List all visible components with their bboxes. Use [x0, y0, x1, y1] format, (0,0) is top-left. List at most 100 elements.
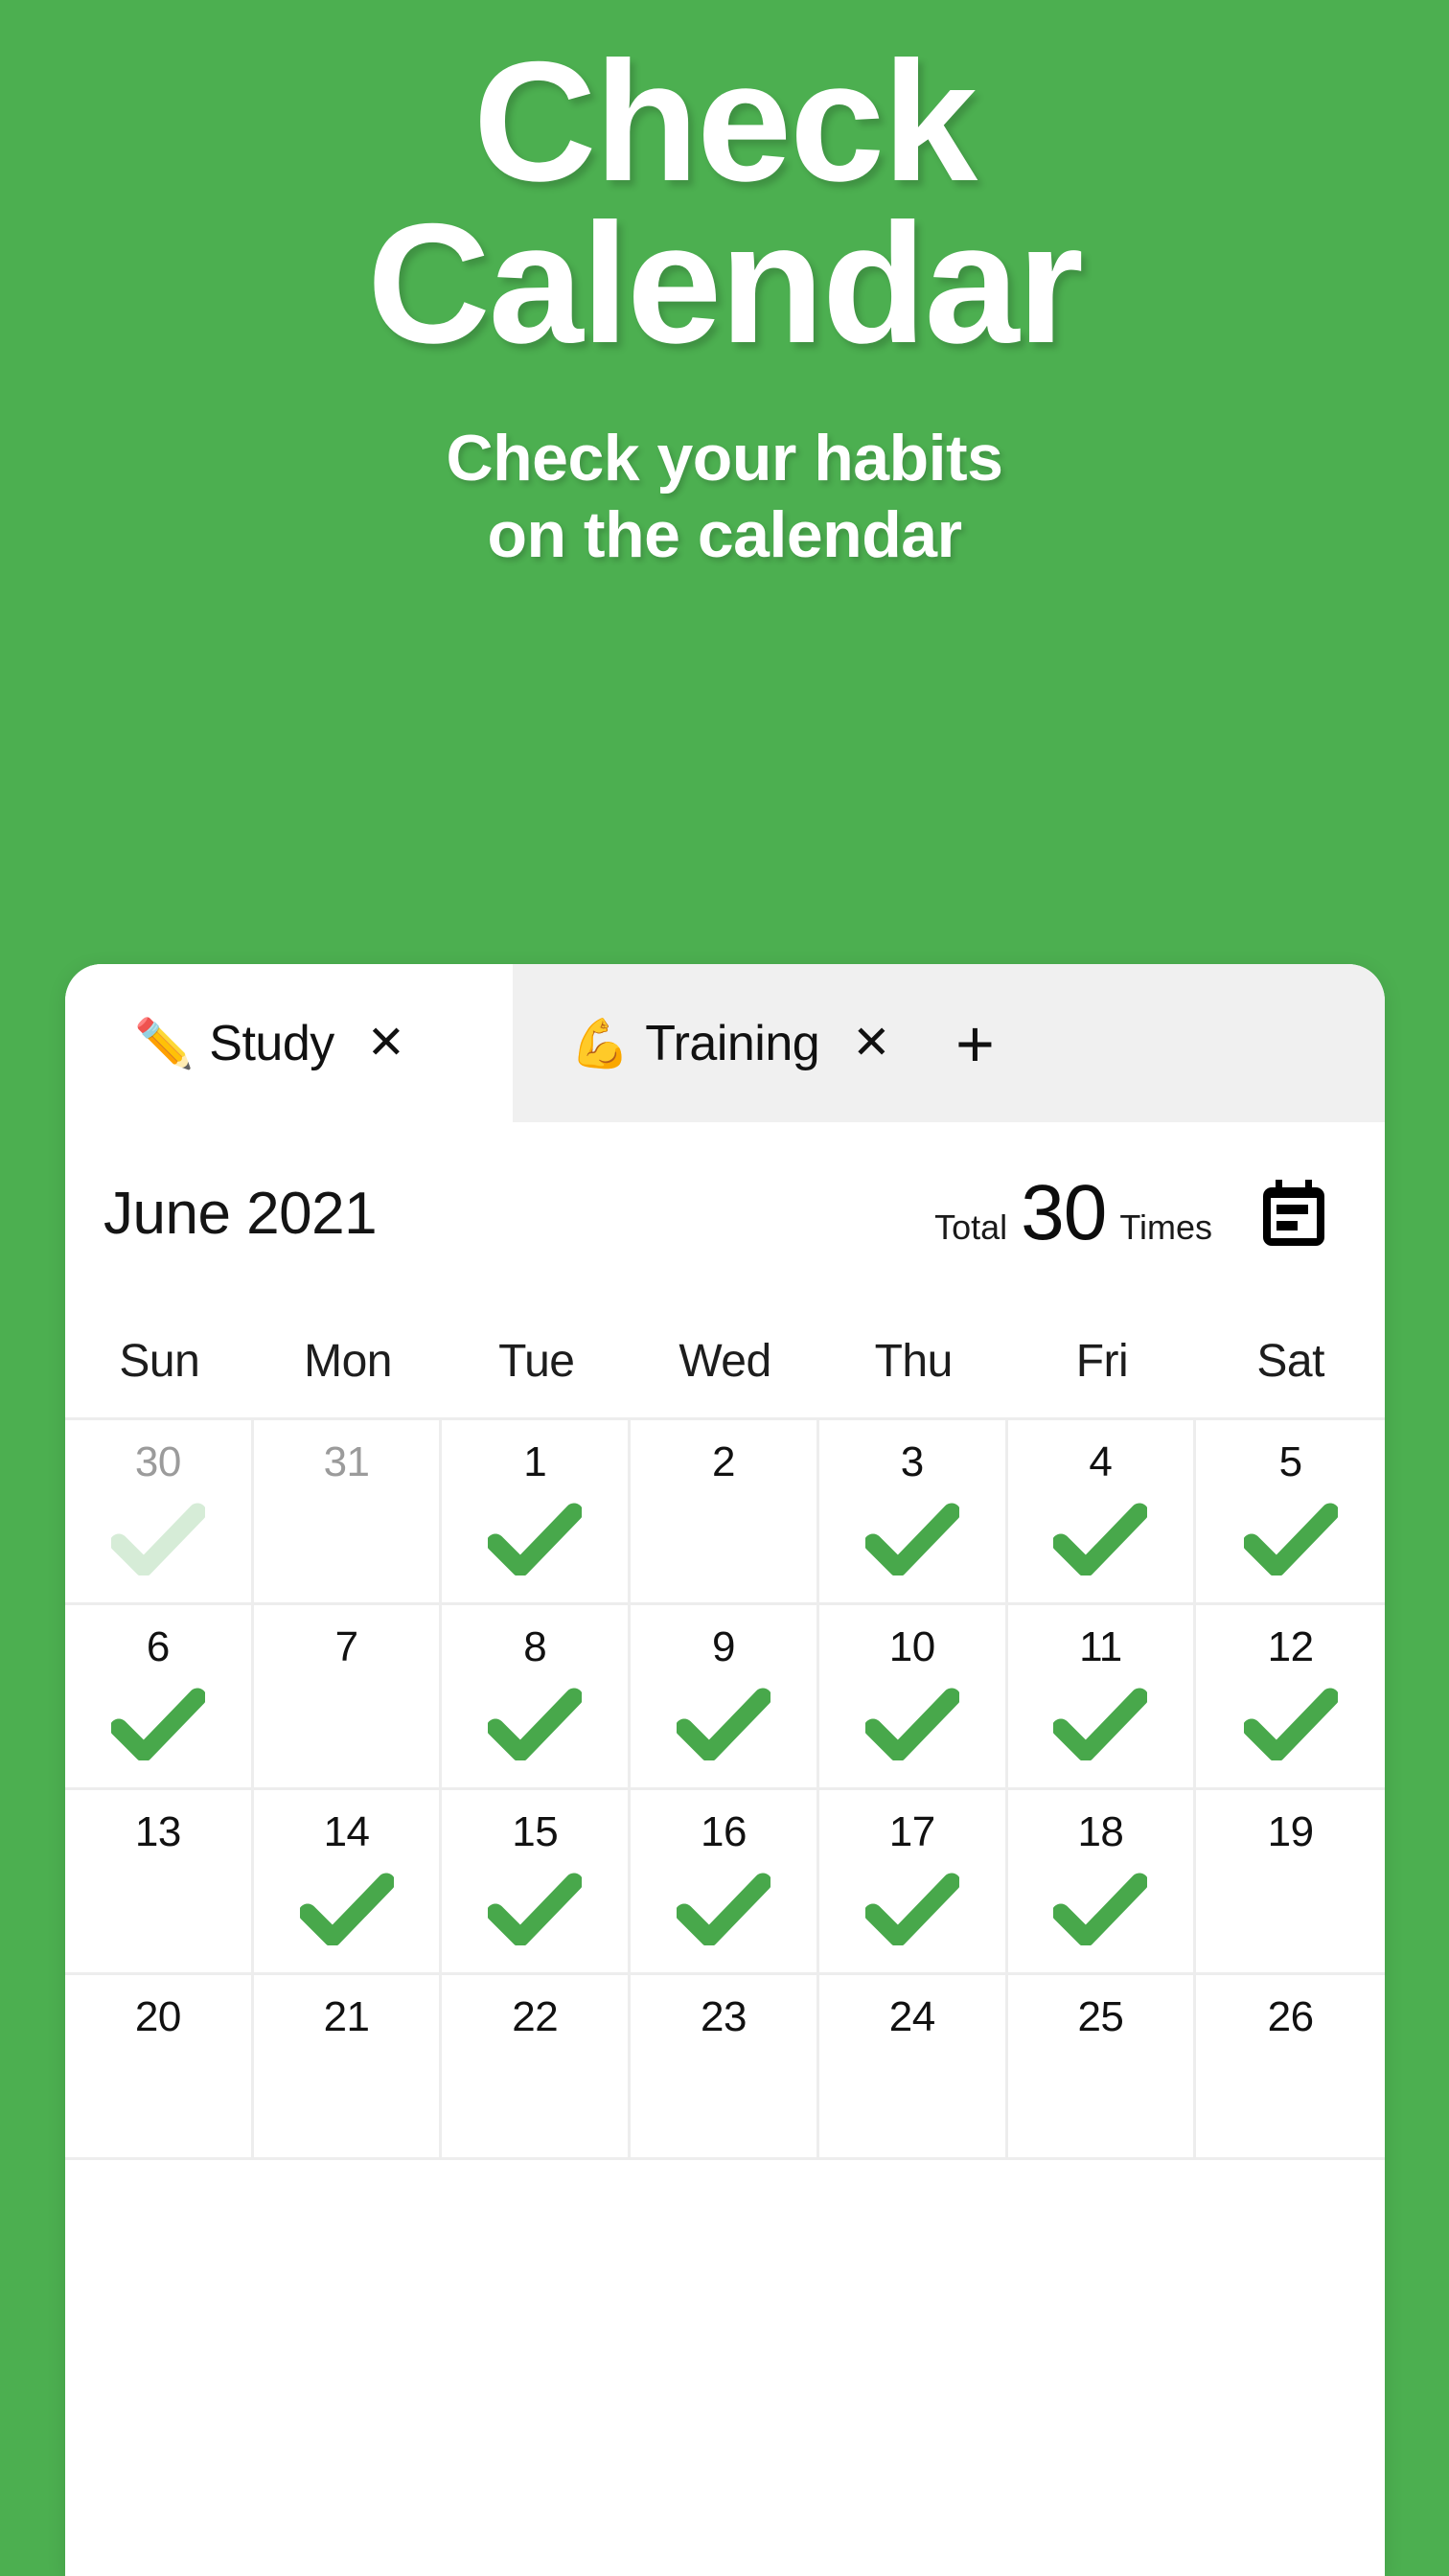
check-icon	[1243, 1688, 1338, 1760]
tab-training-label: Training	[645, 1015, 820, 1071]
check-icon	[864, 1873, 959, 1945]
calendar-day-cell[interactable]: 19	[1196, 1790, 1385, 1972]
calendar-day-cell[interactable]: 7	[254, 1605, 443, 1787]
tab-bar: ✏️ Study ✕ 💪 Training ✕ +	[65, 964, 1385, 1122]
day-number: 18	[1077, 1808, 1124, 1855]
day-number: 19	[1267, 1808, 1314, 1855]
day-number: 14	[323, 1808, 370, 1855]
check-icon	[488, 1503, 583, 1576]
add-tab-button[interactable]: +	[917, 964, 1032, 1122]
day-number: 16	[701, 1808, 747, 1855]
calendar-week-row: 20 21 22 23 24 25 26	[65, 1975, 1385, 2160]
calendar-week-row: 30 31 1 2 3 4 5	[65, 1420, 1385, 1605]
day-number: 13	[134, 1808, 181, 1855]
day-number: 2	[712, 1438, 735, 1485]
check-icon	[1053, 1503, 1148, 1576]
calendar-day-cell[interactable]: 26	[1196, 1975, 1385, 2157]
close-icon[interactable]: ✕	[852, 1020, 890, 1067]
weekday-sun: Sun	[119, 1335, 200, 1387]
weekday-sat: Sat	[1256, 1335, 1324, 1387]
day-number: 26	[1267, 1993, 1314, 2040]
calendar-day-cell[interactable]: 18	[1008, 1790, 1197, 1972]
tab-training[interactable]: 💪 Training ✕	[513, 964, 894, 1122]
calendar-day-cell[interactable]: 24	[819, 1975, 1008, 2157]
day-number: 7	[334, 1623, 358, 1670]
tab-study[interactable]: ✏️ Study ✕	[65, 964, 513, 1122]
day-number: 9	[712, 1623, 735, 1670]
total-value: 30	[1021, 1169, 1107, 1256]
page-subtitle: Check your habits on the calendar	[0, 364, 1449, 573]
calendar-day-cell[interactable]: 10	[819, 1605, 1008, 1787]
calendar-day-cell[interactable]: 21	[254, 1975, 443, 2157]
day-number: 31	[323, 1438, 370, 1485]
check-icon	[676, 1688, 770, 1760]
day-number: 1	[523, 1438, 547, 1485]
day-number: 5	[1278, 1438, 1302, 1485]
day-number: 4	[1089, 1438, 1113, 1485]
calendar-day-cell[interactable]: 14	[254, 1790, 443, 1972]
check-icon	[110, 1503, 205, 1576]
check-icon	[110, 1688, 205, 1760]
calendar-day-cell[interactable]: 23	[631, 1975, 819, 2157]
day-number: 12	[1267, 1623, 1314, 1670]
total-counter: Total 30 Times	[934, 1168, 1212, 1258]
calendar-icon[interactable]	[1262, 1180, 1325, 1247]
calendar-day-cell[interactable]: 16	[631, 1790, 819, 1972]
day-number: 30	[134, 1438, 181, 1485]
day-number: 11	[1079, 1623, 1122, 1670]
calendar-day-cell[interactable]: 8	[442, 1605, 632, 1787]
day-number: 10	[888, 1623, 935, 1670]
calendar-day-cell[interactable]: 11	[1008, 1605, 1197, 1787]
page-title-line-1: Check	[472, 26, 978, 217]
weekday-tue: Tue	[498, 1335, 575, 1387]
day-number: 6	[146, 1623, 170, 1670]
calendar-day-cell[interactable]: 1	[442, 1420, 632, 1602]
weekday-mon: Mon	[304, 1335, 392, 1387]
day-number: 20	[134, 1993, 181, 2040]
check-icon	[488, 1873, 583, 1945]
day-number: 24	[888, 1993, 935, 2040]
calendar-day-cell[interactable]: 12	[1196, 1605, 1385, 1787]
check-icon	[299, 1873, 394, 1945]
promo-header: Check Calendar Check your habits on the …	[0, 0, 1449, 574]
calendar-day-cell[interactable]: 25	[1008, 1975, 1197, 2157]
page-subtitle-line-1: Check your habits	[446, 422, 1004, 495]
flexed-biceps-emoji: 💪	[570, 1016, 631, 1070]
day-number: 25	[1077, 1993, 1124, 2040]
calendar-day-cell[interactable]: 31	[254, 1420, 443, 1602]
day-number: 17	[888, 1808, 935, 1855]
calendar-day-cell[interactable]: 30	[65, 1420, 254, 1602]
day-number: 3	[900, 1438, 924, 1485]
calendar-week-row: 6 7 8 9 10 11 12	[65, 1605, 1385, 1790]
day-number: 23	[701, 1993, 747, 2040]
calendar-day-cell[interactable]: 22	[442, 1975, 632, 2157]
day-number: 15	[512, 1808, 559, 1855]
calendar-day-cell[interactable]: 9	[631, 1605, 819, 1787]
calendar-day-cell[interactable]: 5	[1196, 1420, 1385, 1602]
weekday-thu: Thu	[874, 1335, 954, 1387]
month-header: June 2021 Total 30 Times	[65, 1122, 1385, 1304]
check-icon	[864, 1688, 959, 1760]
app-card: ✏️ Study ✕ 💪 Training ✕ + June 2021 Tota…	[65, 964, 1385, 2576]
tab-study-label: Study	[209, 1015, 334, 1071]
close-icon[interactable]: ✕	[367, 1020, 405, 1067]
page-title: Check Calendar	[0, 26, 1449, 380]
calendar-day-cell[interactable]: 2	[631, 1420, 819, 1602]
page-title-line-2: Calendar	[367, 188, 1084, 380]
calendar-day-cell[interactable]: 4	[1008, 1420, 1197, 1602]
calendar-day-cell[interactable]: 17	[819, 1790, 1008, 1972]
calendar-day-cell[interactable]: 13	[65, 1790, 254, 1972]
total-unit: Times	[1119, 1208, 1212, 1247]
total-label: Total	[934, 1208, 1008, 1247]
check-icon	[1053, 1873, 1148, 1945]
calendar-day-cell[interactable]: 3	[819, 1420, 1008, 1602]
weekday-header: Sun Mon Tue Wed Thu Fri Sat	[65, 1304, 1385, 1420]
calendar-grid: 30 31 1 2 3 4 5 6 7 8 9 10 11 12 13 14 15 16 17 18 19 20 21 22 2…	[65, 1420, 1385, 2160]
calendar-week-row: 13 14 15 16 17 18 19	[65, 1790, 1385, 1975]
calendar-day-cell[interactable]: 20	[65, 1975, 254, 2157]
weekday-fri: Fri	[1075, 1335, 1129, 1387]
weekday-wed: Wed	[678, 1335, 771, 1387]
calendar-day-cell[interactable]: 6	[65, 1605, 254, 1787]
day-number: 21	[323, 1993, 370, 2040]
calendar-day-cell[interactable]: 15	[442, 1790, 632, 1972]
